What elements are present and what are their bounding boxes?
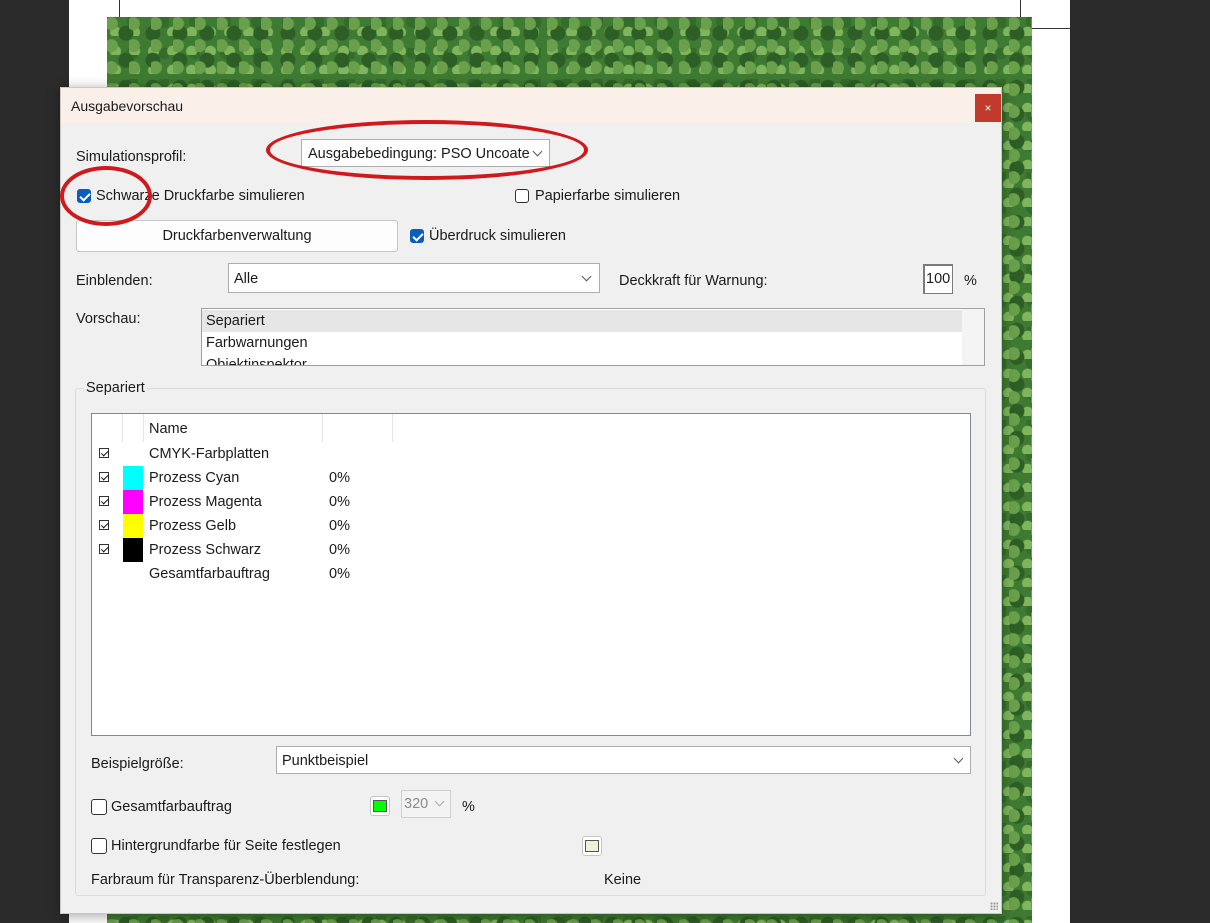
row-value: 0% [329, 518, 350, 534]
column-header-name[interactable]: Name [149, 421, 188, 437]
separations-table: Name CMYK-Farbplatten Prozess Cyan 0% Pr… [91, 413, 971, 736]
simulate-paper-color-checkbox[interactable] [515, 189, 529, 203]
simulation-profile-select[interactable]: Ausgabebedingung: PSO Uncoated [301, 139, 550, 167]
row-checkbox[interactable] [99, 544, 109, 554]
row-checkbox[interactable] [99, 520, 109, 530]
page-bg-checkbox[interactable] [91, 838, 107, 854]
table-row[interactable]: Gesamtfarbauftrag 0% [92, 562, 970, 586]
simulate-black-ink-checkbox[interactable] [77, 189, 91, 203]
row-name: Prozess Gelb [149, 518, 237, 534]
sample-size-select[interactable]: Punktbeispiel [276, 746, 971, 774]
show-label: Einblenden: [76, 273, 153, 289]
table-row[interactable]: Prozess Schwarz 0% [92, 538, 970, 562]
simulate-overprint-label: Überdruck simulieren [429, 228, 566, 244]
crop-mark [1032, 28, 1070, 29]
preview-item-object-inspector[interactable]: Objektinspektor [202, 354, 962, 365]
preview-listbox[interactable]: Separiert Farbwarnungen Objektinspektor [201, 308, 985, 366]
color-swatch [123, 538, 143, 562]
table-row[interactable]: Prozess Magenta 0% [92, 490, 970, 514]
table-row[interactable]: Prozess Gelb 0% [92, 514, 970, 538]
chevron-down-icon [532, 146, 543, 157]
color-swatch [123, 490, 143, 514]
blend-space-value: Keine [604, 872, 642, 888]
row-value: 0% [329, 494, 350, 510]
ink-manager-button[interactable]: Druckfarbenverwaltung [76, 220, 398, 252]
page-bg-color-button[interactable] [582, 836, 602, 856]
close-icon: × [984, 101, 992, 115]
warning-opacity-input[interactable]: 100 [923, 264, 953, 294]
preview-item-separated[interactable]: Separiert [202, 310, 962, 332]
total-ink-value-select[interactable]: 320 [401, 790, 451, 818]
row-checkbox[interactable] [99, 472, 109, 482]
preview-label: Vorschau: [76, 311, 141, 327]
warning-opacity-unit: % [964, 273, 977, 289]
color-swatch [123, 514, 143, 538]
dialog-title: Ausgabevorschau [71, 98, 184, 114]
color-swatch [123, 466, 143, 490]
preview-item-color-warnings[interactable]: Farbwarnungen [202, 332, 962, 354]
simulation-profile-value: Ausgabebedingung: PSO Uncoated [308, 146, 530, 162]
simulation-profile-label: Simulationsprofil: [76, 149, 187, 165]
sample-size-value: Punktbeispiel [282, 753, 369, 769]
crop-mark [1020, 0, 1021, 17]
table-row[interactable]: Prozess Cyan 0% [92, 466, 970, 490]
total-ink-label: Gesamtfarbauftrag [111, 799, 232, 815]
row-name: Gesamtfarbauftrag [149, 566, 270, 582]
show-select[interactable]: Alle [228, 263, 600, 293]
crop-mark [119, 0, 120, 17]
warning-opacity-value: 100 [926, 271, 951, 287]
row-checkbox[interactable] [99, 448, 109, 458]
simulate-overprint-checkbox[interactable] [410, 229, 424, 243]
sample-size-label: Beispielgröße: [91, 756, 184, 772]
page-bg-label: Hintergrundfarbe für Seite festlegen [111, 838, 341, 854]
cream-swatch [585, 840, 599, 852]
total-ink-color-button[interactable] [370, 796, 390, 816]
total-ink-value: 320 [404, 796, 429, 812]
simulate-paper-color-label: Papierfarbe simulieren [535, 188, 681, 204]
chevron-down-icon [434, 796, 445, 807]
resize-grip-icon[interactable] [990, 902, 998, 910]
chevron-down-icon [581, 271, 592, 282]
simulate-black-ink-label: Schwarze Druckfarbe simulieren [96, 188, 305, 204]
table-row[interactable]: CMYK-Farbplatten [92, 442, 970, 466]
output-preview-dialog: Ausgabevorschau × Simulationsprofil: Aus… [60, 87, 1002, 914]
warning-opacity-label: Deckkraft für Warnung: [619, 273, 768, 289]
row-name: CMYK-Farbplatten [149, 446, 270, 462]
preview-scrollbar[interactable] [962, 309, 984, 365]
total-ink-checkbox[interactable] [91, 799, 107, 815]
row-value: 0% [329, 542, 350, 558]
show-value: Alle [234, 271, 259, 287]
row-value: 0% [329, 470, 350, 486]
blend-space-label: Farbraum für Transparenz-Überblendung: [91, 872, 360, 888]
row-name: Prozess Schwarz [149, 542, 262, 558]
separations-group-title: Separiert [84, 380, 147, 396]
row-value: 0% [329, 566, 350, 582]
green-swatch [373, 800, 387, 812]
row-checkbox[interactable] [99, 496, 109, 506]
total-ink-unit: % [462, 799, 475, 815]
row-name: Prozess Magenta [149, 494, 262, 510]
close-button[interactable]: × [975, 94, 1001, 122]
dialog-titlebar[interactable]: Ausgabevorschau × [61, 88, 1001, 123]
row-name: Prozess Cyan [149, 470, 240, 486]
chevron-down-icon [953, 753, 964, 764]
